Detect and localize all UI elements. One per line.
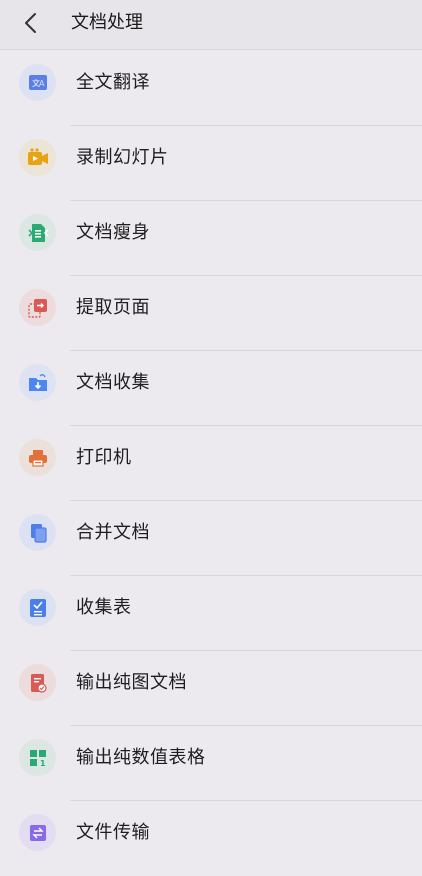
list-item-doc-collect[interactable]: 文档收集 (0, 351, 422, 426)
extract-page-icon (19, 289, 56, 326)
list-item-translate[interactable]: 文 A 全文翻译 (0, 51, 422, 126)
list-item-label: 文档瘦身 (76, 222, 150, 243)
image-doc-icon (19, 664, 56, 701)
list-item-extract-pages[interactable]: 提取页面 (0, 276, 422, 351)
list-item-file-transfer[interactable]: 文件传输 (0, 801, 422, 876)
list-item-slim-doc[interactable]: 文档瘦身 (0, 201, 422, 276)
file-transfer-icon (19, 814, 56, 851)
translate-icon: 文 A (19, 64, 56, 101)
compress-doc-icon (19, 214, 56, 251)
list-item-label: 录制幻灯片 (76, 147, 169, 168)
chevron-left-icon (25, 13, 36, 33)
svg-text:1: 1 (40, 759, 46, 768)
printer-icon (19, 439, 56, 476)
list-item-merge-docs[interactable]: 合并文档 (0, 501, 422, 576)
back-button[interactable] (14, 6, 46, 40)
folder-collect-icon (19, 364, 56, 401)
svg-text:A: A (39, 79, 45, 88)
table-grid-icon: 1 (19, 739, 56, 776)
list-item-label: 收集表 (76, 597, 132, 618)
feature-list: 文 A 全文翻译 录制幻灯片 文档瘦身 提取页面 文档收集 打印机 合并文档 收… (0, 51, 422, 876)
list-item-image-doc[interactable]: 输出纯图文档 (0, 651, 422, 726)
video-camera-icon (19, 139, 56, 176)
list-item-number-table[interactable]: 1 输出纯数值表格 (0, 726, 422, 801)
list-item-label: 打印机 (76, 447, 132, 468)
list-item-label: 文档收集 (76, 372, 150, 393)
list-item-record-slides[interactable]: 录制幻灯片 (0, 126, 422, 201)
list-item-label: 合并文档 (76, 522, 150, 543)
list-item-label: 文件传输 (76, 822, 150, 843)
list-item-label: 全文翻译 (76, 72, 150, 93)
list-item-label: 输出纯数值表格 (76, 747, 206, 768)
list-item-form[interactable]: 收集表 (0, 576, 422, 651)
list-item-label: 输出纯图文档 (76, 672, 187, 693)
list-item-label: 提取页面 (76, 297, 150, 318)
merge-docs-icon (19, 514, 56, 551)
page-title: 文档处理 (71, 12, 143, 33)
app-header: 文档处理 (0, 0, 422, 50)
list-item-printer[interactable]: 打印机 (0, 426, 422, 501)
checklist-icon (19, 589, 56, 626)
